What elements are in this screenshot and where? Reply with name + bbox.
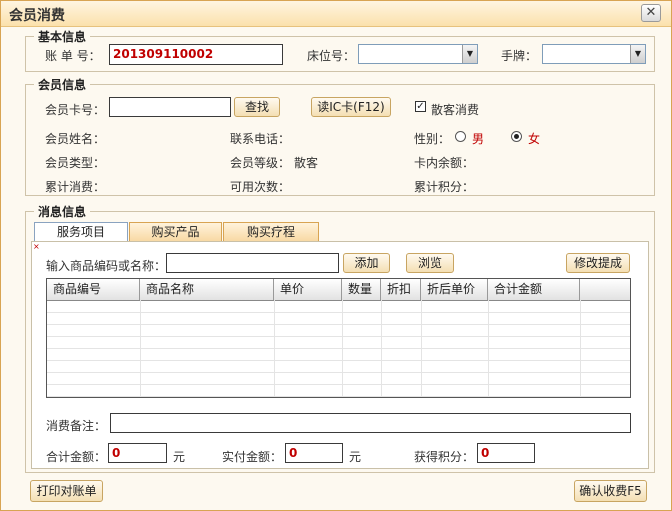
remark-label: 消费备注：	[46, 419, 107, 433]
modify-commission-button[interactable]: 修改提成	[566, 253, 630, 273]
phone-label: 联系电话：	[230, 132, 291, 146]
chevron-down-icon[interactable]: ▼	[462, 45, 477, 63]
product-code-input[interactable]	[166, 253, 339, 273]
gender-label: 性别：	[414, 132, 451, 146]
close-icon: ✕	[645, 5, 657, 20]
member-type-label: 会员类型：	[45, 156, 106, 170]
table-row[interactable]	[47, 337, 630, 349]
account-label: 账 单 号：	[45, 49, 101, 63]
tab-buy-courses-label: 购买疗程	[246, 225, 295, 239]
earned-points-label: 获得积分：	[414, 450, 475, 464]
total-points-label: 累计积分：	[414, 180, 475, 194]
add-button-label: 添加	[354, 256, 379, 270]
column-header[interactable]: 商品名称	[140, 279, 274, 300]
usable-times-label: 可用次数：	[230, 180, 291, 194]
bed-select[interactable]: ▼	[358, 44, 478, 64]
earned-points-field[interactable]: 0	[477, 443, 535, 463]
column-header[interactable]: 折后单价	[421, 279, 488, 300]
guest-consume-checkbox[interactable]: ✓	[415, 101, 426, 112]
items-table-header: 商品编号 商品名称 单价 数量 折扣 折后单价 合计金额	[47, 279, 630, 301]
column-header[interactable]: 商品编号	[47, 279, 140, 300]
table-row[interactable]	[47, 313, 630, 325]
gender-female-radio[interactable]	[511, 131, 522, 142]
column-header[interactable]: 折扣	[381, 279, 421, 300]
paid-amount-field[interactable]: 0	[285, 443, 343, 463]
add-button[interactable]: 添加	[343, 253, 390, 273]
paid-amount-value: 0	[289, 446, 298, 460]
column-header[interactable]: 单价	[274, 279, 342, 300]
column-header[interactable]: 数量	[342, 279, 381, 300]
read-ic-card-button[interactable]: 读IC卡(F12)	[311, 97, 391, 117]
total-amount-field[interactable]: 0	[108, 443, 167, 463]
chevron-down-icon[interactable]: ▼	[630, 45, 645, 63]
confirm-charge-label: 确认收费F5	[579, 484, 642, 498]
member-level-label: 会员等级：	[230, 156, 291, 170]
items-table[interactable]: 商品编号 商品名称 单价 数量 折扣 折后单价 合计金额	[46, 278, 631, 398]
guest-consume-label: 散客消费	[431, 103, 480, 117]
remark-input[interactable]	[110, 413, 631, 433]
column-header[interactable]	[580, 279, 630, 300]
confirm-charge-button[interactable]: 确认收费F5	[574, 480, 647, 502]
print-statement-button[interactable]: 打印对账单	[30, 480, 103, 502]
table-row[interactable]	[47, 349, 630, 361]
table-row[interactable]	[47, 325, 630, 337]
gender-male-label: 男	[472, 132, 485, 146]
tag-select[interactable]: ▼	[542, 44, 646, 64]
marker-icon: ×	[33, 242, 40, 251]
gender-female-label: 女	[528, 132, 541, 146]
total-amount-value: 0	[112, 446, 121, 460]
consume-info-legend: 消息信息	[34, 203, 91, 220]
member-name-label: 会员姓名：	[45, 132, 106, 146]
account-number-field[interactable]: 201309110002	[109, 44, 283, 65]
total-amount-label: 合计金额：	[46, 450, 107, 464]
table-row[interactable]	[47, 361, 630, 373]
gender-male-radio[interactable]	[455, 131, 466, 142]
member-info-legend: 会员信息	[34, 76, 91, 93]
browse-button[interactable]: 浏览	[406, 253, 454, 273]
tag-label: 手牌：	[501, 49, 538, 63]
card-label: 会员卡号：	[45, 103, 106, 117]
total-amount-unit: 元	[173, 450, 186, 464]
tab-buy-courses[interactable]: 购买疗程	[223, 222, 319, 241]
tab-buy-products[interactable]: 购买产品	[129, 222, 222, 241]
column-header[interactable]: 合计金额	[488, 279, 580, 300]
tab-service-items[interactable]: 服务项目	[34, 222, 128, 242]
member-consume-window: 会员消费 ✕ 基本信息 账 单 号： 201309110002 床位号： ▼ 手…	[0, 0, 672, 511]
check-icon: ✓	[416, 101, 425, 112]
card-number-field[interactable]	[109, 97, 231, 117]
basic-info-legend: 基本信息	[34, 28, 91, 45]
paid-amount-label: 实付金额：	[222, 450, 283, 464]
window-title: 会员消费	[9, 8, 65, 24]
member-level-value: 散客	[294, 156, 319, 170]
earned-points-value: 0	[481, 446, 490, 460]
table-row[interactable]	[47, 373, 630, 385]
product-input-label: 输入商品编码或名称：	[46, 259, 167, 273]
total-spend-label: 累计消费：	[45, 180, 106, 194]
search-button-label: 查找	[244, 100, 269, 114]
tab-buy-products-label: 购买产品	[151, 225, 200, 239]
print-statement-label: 打印对账单	[36, 484, 97, 498]
search-button[interactable]: 查找	[234, 97, 280, 117]
modify-commission-label: 修改提成	[573, 256, 622, 270]
read-ic-card-label: 读IC卡(F12)	[317, 100, 385, 114]
title-bar: 会员消费 ✕	[1, 1, 671, 27]
table-row[interactable]	[47, 301, 630, 313]
table-row[interactable]	[47, 385, 630, 397]
browse-button-label: 浏览	[417, 256, 442, 270]
tab-service-items-label: 服务项目	[56, 225, 105, 239]
account-number-value: 201309110002	[113, 47, 214, 61]
card-balance-label: 卡内余额：	[414, 156, 475, 170]
bed-label: 床位号：	[307, 49, 356, 63]
paid-amount-unit: 元	[349, 450, 362, 464]
close-button[interactable]: ✕	[641, 4, 661, 22]
